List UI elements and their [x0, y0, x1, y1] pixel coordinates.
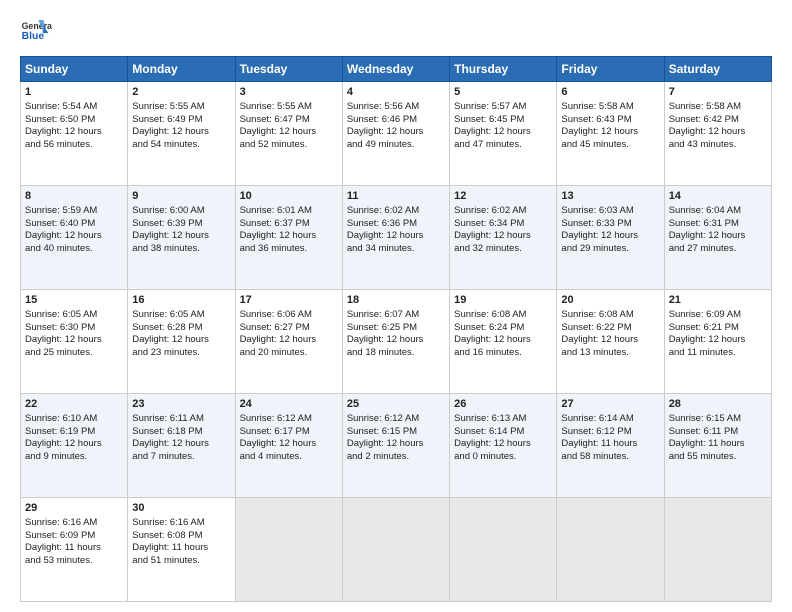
calendar-cell: 16Sunrise: 6:05 AMSunset: 6:28 PMDayligh… [128, 290, 235, 394]
day-number: 1 [25, 85, 123, 100]
day-number: 30 [132, 501, 230, 516]
calendar-cell: 27Sunrise: 6:14 AMSunset: 6:12 PMDayligh… [557, 394, 664, 498]
day-number: 22 [25, 397, 123, 412]
column-header-friday: Friday [557, 57, 664, 82]
calendar-body: 1Sunrise: 5:54 AMSunset: 6:50 PMDaylight… [21, 82, 772, 602]
day-number: 6 [561, 85, 659, 100]
day-number: 4 [347, 85, 445, 100]
day-number: 20 [561, 293, 659, 308]
week-row: 1Sunrise: 5:54 AMSunset: 6:50 PMDaylight… [21, 82, 772, 186]
calendar-cell: 14Sunrise: 6:04 AMSunset: 6:31 PMDayligh… [664, 186, 771, 290]
day-number: 8 [25, 189, 123, 204]
day-number: 26 [454, 397, 552, 412]
week-row: 8Sunrise: 5:59 AMSunset: 6:40 PMDaylight… [21, 186, 772, 290]
calendar-cell: 1Sunrise: 5:54 AMSunset: 6:50 PMDaylight… [21, 82, 128, 186]
day-number: 13 [561, 189, 659, 204]
calendar-header: SundayMondayTuesdayWednesdayThursdayFrid… [21, 57, 772, 82]
calendar-cell: 12Sunrise: 6:02 AMSunset: 6:34 PMDayligh… [450, 186, 557, 290]
svg-text:Blue: Blue [22, 31, 45, 42]
calendar-cell: 6Sunrise: 5:58 AMSunset: 6:43 PMDaylight… [557, 82, 664, 186]
week-row: 29Sunrise: 6:16 AMSunset: 6:09 PMDayligh… [21, 498, 772, 602]
day-number: 2 [132, 85, 230, 100]
calendar-cell: 15Sunrise: 6:05 AMSunset: 6:30 PMDayligh… [21, 290, 128, 394]
calendar-cell: 8Sunrise: 5:59 AMSunset: 6:40 PMDaylight… [21, 186, 128, 290]
day-number: 25 [347, 397, 445, 412]
header: General Blue [20, 16, 772, 48]
calendar-cell: 29Sunrise: 6:16 AMSunset: 6:09 PMDayligh… [21, 498, 128, 602]
day-number: 23 [132, 397, 230, 412]
calendar-cell: 10Sunrise: 6:01 AMSunset: 6:37 PMDayligh… [235, 186, 342, 290]
day-number: 19 [454, 293, 552, 308]
calendar-cell: 22Sunrise: 6:10 AMSunset: 6:19 PMDayligh… [21, 394, 128, 498]
logo: General Blue [20, 16, 56, 48]
calendar-cell: 24Sunrise: 6:12 AMSunset: 6:17 PMDayligh… [235, 394, 342, 498]
calendar-cell [557, 498, 664, 602]
day-number: 24 [240, 397, 338, 412]
day-number: 10 [240, 189, 338, 204]
page: General Blue SundayMondayTuesdayWednesda… [0, 0, 792, 612]
calendar-cell [664, 498, 771, 602]
calendar-cell: 13Sunrise: 6:03 AMSunset: 6:33 PMDayligh… [557, 186, 664, 290]
calendar-cell: 11Sunrise: 6:02 AMSunset: 6:36 PMDayligh… [342, 186, 449, 290]
day-number: 7 [669, 85, 767, 100]
day-number: 15 [25, 293, 123, 308]
day-number: 9 [132, 189, 230, 204]
calendar-cell: 23Sunrise: 6:11 AMSunset: 6:18 PMDayligh… [128, 394, 235, 498]
column-header-thursday: Thursday [450, 57, 557, 82]
column-header-sunday: Sunday [21, 57, 128, 82]
calendar-table: SundayMondayTuesdayWednesdayThursdayFrid… [20, 56, 772, 602]
calendar-cell: 3Sunrise: 5:55 AMSunset: 6:47 PMDaylight… [235, 82, 342, 186]
calendar-cell: 26Sunrise: 6:13 AMSunset: 6:14 PMDayligh… [450, 394, 557, 498]
day-number: 21 [669, 293, 767, 308]
calendar-cell: 30Sunrise: 6:16 AMSunset: 6:08 PMDayligh… [128, 498, 235, 602]
calendar-cell: 4Sunrise: 5:56 AMSunset: 6:46 PMDaylight… [342, 82, 449, 186]
calendar-cell: 20Sunrise: 6:08 AMSunset: 6:22 PMDayligh… [557, 290, 664, 394]
calendar-cell [450, 498, 557, 602]
calendar-cell: 28Sunrise: 6:15 AMSunset: 6:11 PMDayligh… [664, 394, 771, 498]
svg-text:General: General [22, 21, 52, 31]
column-header-saturday: Saturday [664, 57, 771, 82]
calendar-cell [235, 498, 342, 602]
day-number: 11 [347, 189, 445, 204]
day-number: 16 [132, 293, 230, 308]
column-header-wednesday: Wednesday [342, 57, 449, 82]
calendar-cell: 17Sunrise: 6:06 AMSunset: 6:27 PMDayligh… [235, 290, 342, 394]
calendar-cell: 18Sunrise: 6:07 AMSunset: 6:25 PMDayligh… [342, 290, 449, 394]
calendar-cell: 5Sunrise: 5:57 AMSunset: 6:45 PMDaylight… [450, 82, 557, 186]
week-row: 22Sunrise: 6:10 AMSunset: 6:19 PMDayligh… [21, 394, 772, 498]
calendar-cell: 9Sunrise: 6:00 AMSunset: 6:39 PMDaylight… [128, 186, 235, 290]
day-number: 12 [454, 189, 552, 204]
day-number: 5 [454, 85, 552, 100]
day-number: 17 [240, 293, 338, 308]
column-header-monday: Monday [128, 57, 235, 82]
calendar-cell: 7Sunrise: 5:58 AMSunset: 6:42 PMDaylight… [664, 82, 771, 186]
day-number: 28 [669, 397, 767, 412]
day-number: 14 [669, 189, 767, 204]
header-row: SundayMondayTuesdayWednesdayThursdayFrid… [21, 57, 772, 82]
calendar-cell [342, 498, 449, 602]
calendar-cell: 25Sunrise: 6:12 AMSunset: 6:15 PMDayligh… [342, 394, 449, 498]
day-number: 3 [240, 85, 338, 100]
calendar-cell: 19Sunrise: 6:08 AMSunset: 6:24 PMDayligh… [450, 290, 557, 394]
calendar-cell: 2Sunrise: 5:55 AMSunset: 6:49 PMDaylight… [128, 82, 235, 186]
day-number: 27 [561, 397, 659, 412]
day-number: 18 [347, 293, 445, 308]
week-row: 15Sunrise: 6:05 AMSunset: 6:30 PMDayligh… [21, 290, 772, 394]
logo-icon: General Blue [20, 16, 52, 48]
column-header-tuesday: Tuesday [235, 57, 342, 82]
calendar-cell: 21Sunrise: 6:09 AMSunset: 6:21 PMDayligh… [664, 290, 771, 394]
day-number: 29 [25, 501, 123, 516]
